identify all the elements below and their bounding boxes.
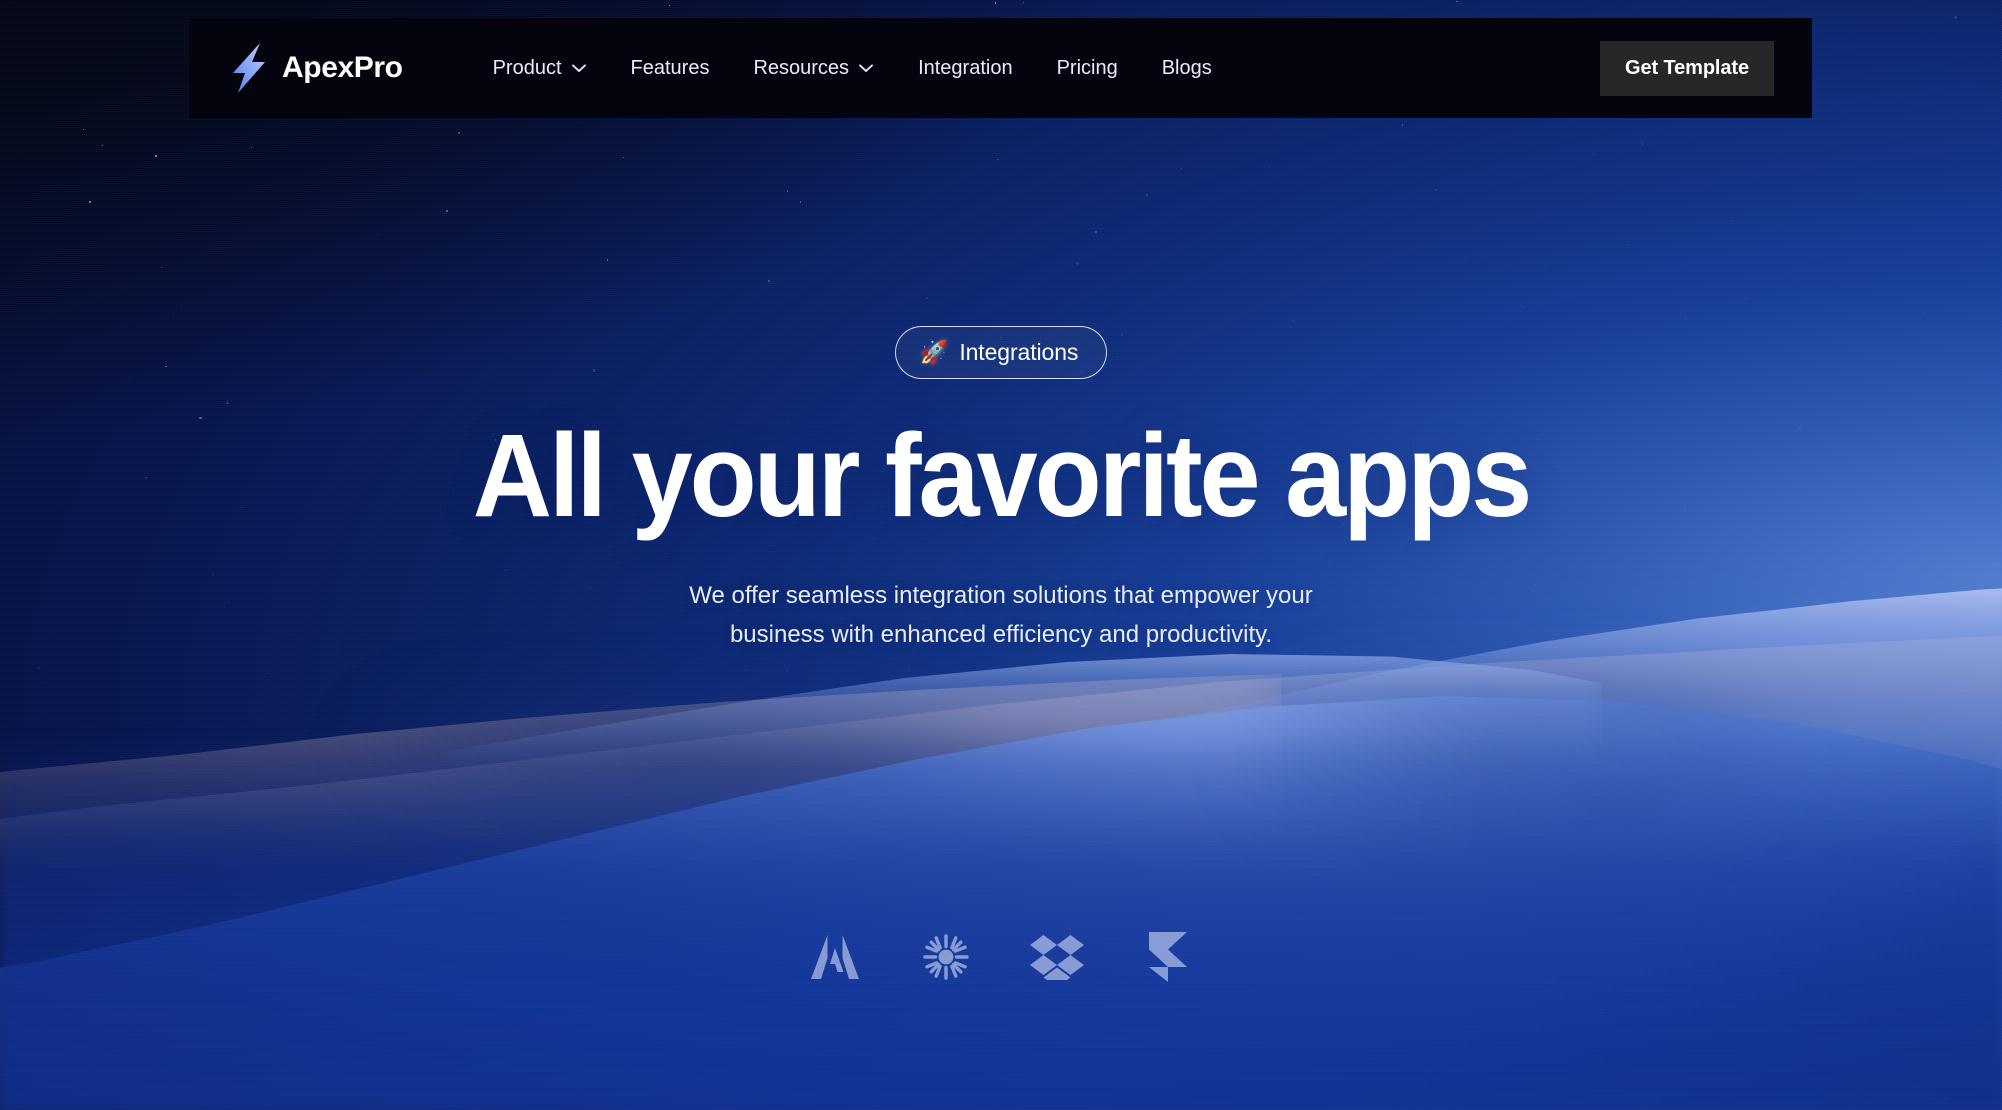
nav-item-product[interactable]: Product	[471, 47, 609, 90]
nav-item-pricing[interactable]: Pricing	[1035, 47, 1140, 90]
framer-logo[interactable]	[1141, 930, 1195, 984]
nav-item-label: Resources	[753, 56, 850, 79]
sunburst-logo[interactable]	[919, 930, 973, 984]
nav-item-label: Product	[492, 56, 562, 79]
rocket-icon: 🚀	[919, 339, 949, 365]
nav-item-label: Pricing	[1056, 56, 1118, 79]
adobe-logo[interactable]	[808, 930, 862, 984]
brand-name: ApexPro	[282, 51, 403, 84]
nav-item-label: Features	[630, 56, 710, 79]
integration-logo-strip	[0, 930, 2002, 984]
chevron-down-icon	[571, 63, 587, 73]
integrations-badge-label: Integrations	[959, 339, 1079, 365]
page-title: All your favorite apps	[472, 410, 1533, 542]
top-navigation-bar: ApexPro Product Features Resources Integ…	[189, 18, 1812, 118]
get-template-button[interactable]: Get Template	[1599, 40, 1774, 96]
integrations-badge[interactable]: 🚀 Integrations	[894, 326, 1108, 379]
nav-item-resources[interactable]: Resources	[731, 47, 896, 90]
chevron-down-icon	[858, 63, 874, 73]
nav-item-features[interactable]: Features	[609, 47, 732, 90]
nav-item-label: Blogs	[1161, 56, 1212, 79]
nav-item-label: Integration	[918, 56, 1013, 79]
nav-item-blogs[interactable]: Blogs	[1140, 47, 1234, 90]
nav-item-integration[interactable]: Integration	[896, 47, 1035, 90]
nav-links: Product Features Resources Integration P…	[471, 47, 1234, 90]
lightning-bolt-icon	[227, 42, 269, 94]
brand-logo[interactable]: ApexPro	[227, 42, 403, 94]
hero-subtitle: We offer seamless integration solutions …	[689, 582, 1313, 648]
dropbox-logo[interactable]	[1029, 930, 1084, 984]
